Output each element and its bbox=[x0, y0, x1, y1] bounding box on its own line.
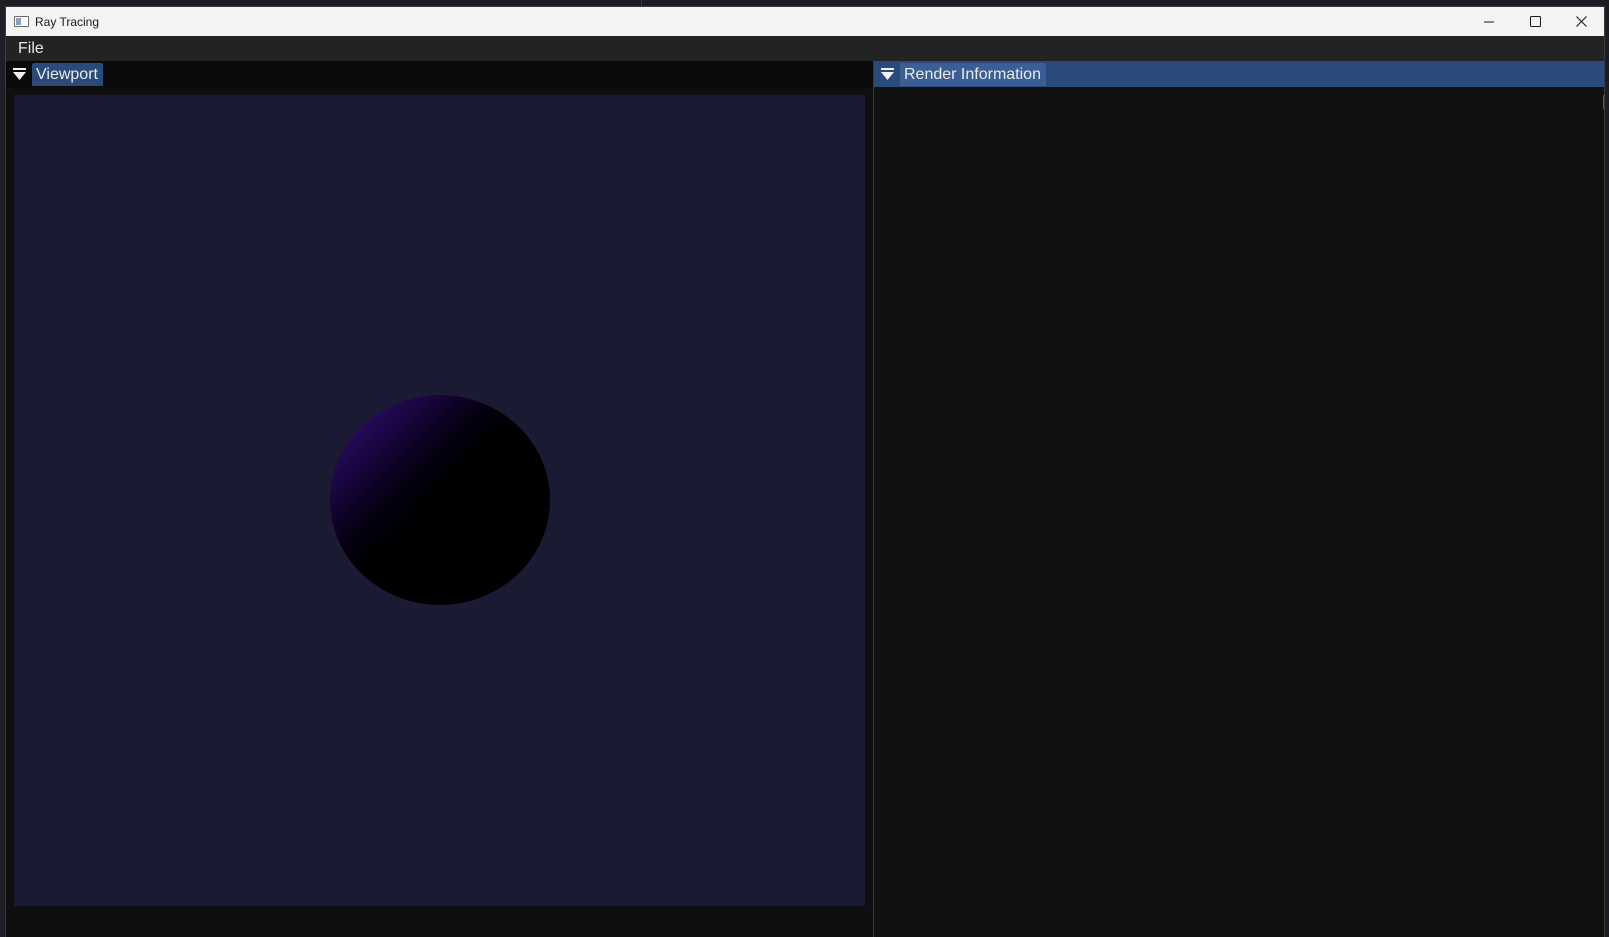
close-button[interactable] bbox=[1558, 7, 1604, 36]
menu-bar: File bbox=[6, 36, 1604, 61]
rendered-sphere bbox=[330, 395, 550, 605]
render-info-panel bbox=[874, 87, 1604, 937]
window-title: Ray Tracing bbox=[35, 14, 100, 29]
tab-render-information[interactable]: Render Information bbox=[900, 62, 1046, 86]
triangle-down-icon bbox=[880, 68, 894, 80]
menu-file[interactable]: File bbox=[17, 40, 45, 58]
triangle-down-icon bbox=[12, 68, 26, 80]
rendered-image[interactable] bbox=[14, 95, 865, 906]
viewport-panel bbox=[6, 87, 873, 937]
title-bar[interactable]: Ray Tracing bbox=[6, 7, 1604, 36]
maximize-button[interactable] bbox=[1512, 7, 1558, 36]
minimize-button[interactable] bbox=[1466, 7, 1512, 36]
render-info-collapse-button[interactable] bbox=[874, 61, 900, 87]
viewport-collapse-button[interactable] bbox=[6, 61, 32, 87]
panel-edge-marker bbox=[1603, 95, 1604, 109]
app-window: Ray Tracing File Viewport Render Informa… bbox=[5, 6, 1605, 937]
render-info-tab-bar: Render Information bbox=[874, 61, 1604, 87]
maximize-icon bbox=[1529, 16, 1541, 27]
minimize-icon bbox=[1484, 21, 1494, 22]
tab-viewport[interactable]: Viewport bbox=[32, 62, 103, 86]
window-app-icon bbox=[14, 16, 29, 27]
caption-buttons bbox=[1466, 7, 1604, 36]
close-icon bbox=[1575, 16, 1587, 27]
viewport-tab-bar: Viewport bbox=[6, 61, 873, 87]
